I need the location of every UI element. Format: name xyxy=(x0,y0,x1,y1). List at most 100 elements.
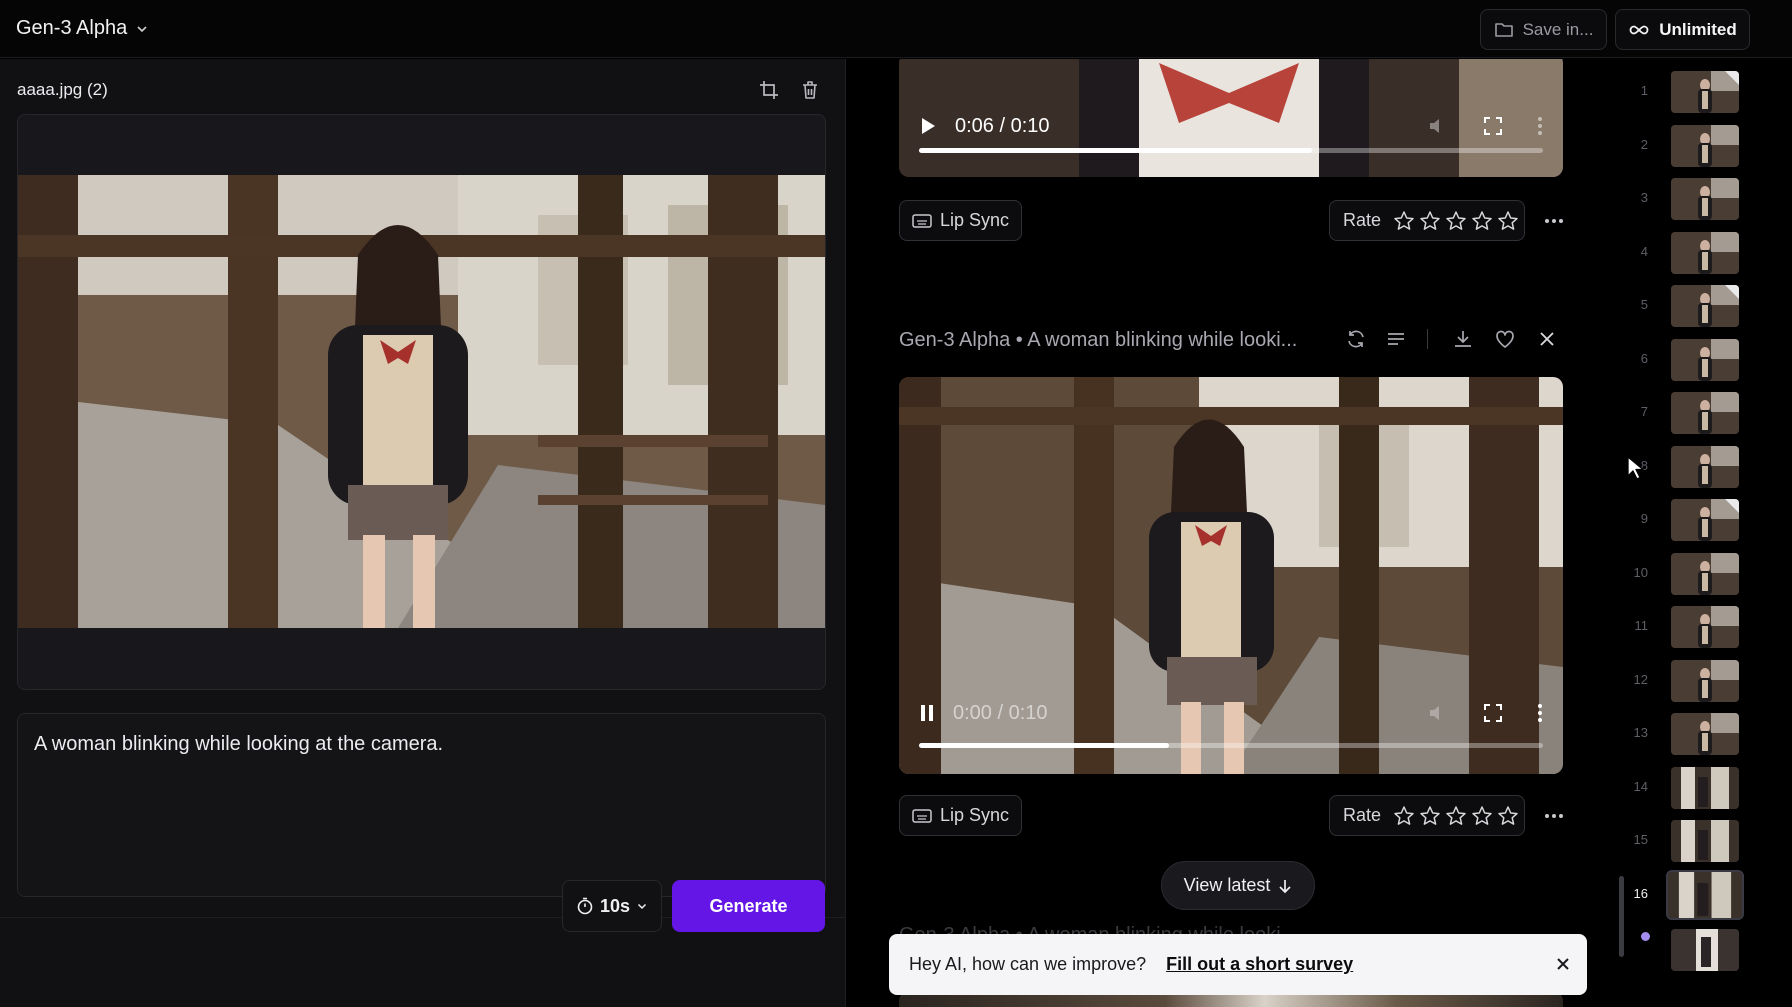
video-menu-icon[interactable] xyxy=(1537,703,1543,723)
rail-item-number: 14 xyxy=(1633,778,1648,794)
lip-sync-label: Lip Sync xyxy=(940,210,1010,230)
prompt-text: A woman blinking while looking at the ca… xyxy=(34,733,444,755)
rail-item-number: 13 xyxy=(1633,725,1648,740)
thumbnail-image xyxy=(1671,71,1739,113)
star-icon[interactable] xyxy=(1393,805,1415,827)
folded-corner-badge xyxy=(1725,499,1739,513)
lip-sync-button-1[interactable]: Lip Sync xyxy=(899,200,1022,241)
rail-item-8[interactable]: 8 xyxy=(1588,445,1748,492)
volume-icon[interactable] xyxy=(1427,116,1449,136)
rail-item-7[interactable]: 7 xyxy=(1588,392,1748,438)
star-icon[interactable] xyxy=(1445,210,1467,232)
model-selector[interactable]: Gen-3 Alpha xyxy=(16,17,149,40)
thumbnail-image xyxy=(1671,338,1739,381)
generation-header-2: Gen-3 Alpha • A woman blinking while loo… xyxy=(899,325,1579,355)
video-player-2[interactable]: 0:00 / 0:10 xyxy=(899,377,1563,774)
rail-item-6[interactable]: 6 xyxy=(1588,338,1748,385)
arrow-down-icon xyxy=(1279,879,1291,893)
rail-item-3[interactable]: 3 xyxy=(1588,178,1748,224)
input-image-frame[interactable] xyxy=(17,114,826,690)
save-in-button[interactable]: Save in... xyxy=(1480,9,1607,50)
pause-icon[interactable] xyxy=(919,703,935,723)
rail-item-number: 3 xyxy=(1640,190,1648,205)
star-icon[interactable] xyxy=(1419,210,1441,232)
rail-item-2[interactable]: 2 xyxy=(1588,124,1748,171)
thumbnail-image xyxy=(1671,124,1739,167)
rail-item-number: 4 xyxy=(1640,243,1648,259)
prompt-details-icon[interactable] xyxy=(1385,328,1407,350)
rail-item-11[interactable]: 11 xyxy=(1588,606,1748,652)
video-progress-fill-2 xyxy=(919,743,1169,748)
rail-item-number: 11 xyxy=(1634,618,1649,633)
thumbnail-image xyxy=(1671,499,1739,541)
thumbnail-image xyxy=(1671,820,1739,862)
rate-control-2: Rate xyxy=(1329,795,1525,836)
thumbnail-image xyxy=(1671,445,1739,488)
survey-link[interactable]: Fill out a short survey xyxy=(1166,954,1353,975)
lip-sync-icon xyxy=(912,808,932,823)
more-options-icon[interactable] xyxy=(1542,209,1566,233)
survey-banner: Hey AI, how can we improve? Fill out a s… xyxy=(889,934,1587,995)
star-icon[interactable] xyxy=(1445,805,1467,827)
trash-icon[interactable] xyxy=(799,79,821,101)
reuse-refresh-icon[interactable] xyxy=(1345,328,1367,350)
close-icon[interactable] xyxy=(1553,954,1573,974)
star-icon[interactable] xyxy=(1497,805,1519,827)
rating-stars-1 xyxy=(1393,210,1519,232)
rail-item-5[interactable]: 5 xyxy=(1588,285,1748,331)
duration-selector[interactable]: 10s xyxy=(562,880,662,932)
folded-corner-badge xyxy=(1725,285,1739,299)
view-latest-button[interactable]: View latest xyxy=(1161,861,1315,910)
rail-item-1[interactable]: 1 xyxy=(1588,71,1748,117)
unlimited-plan-button[interactable]: Unlimited xyxy=(1615,9,1750,50)
video-controls-1: 0:06 / 0:10 xyxy=(919,111,1543,141)
video-progress-1[interactable] xyxy=(919,148,1543,153)
rail-item-15[interactable]: 15 xyxy=(1588,820,1748,866)
rail-item-number: 6 xyxy=(1640,350,1648,366)
prompt-input[interactable]: A woman blinking while looking at the ca… xyxy=(17,713,826,897)
video-player-1[interactable]: 0:06 / 0:10 xyxy=(899,59,1563,177)
generation-actions-2 xyxy=(1345,328,1558,350)
rail-item-14[interactable]: 14 xyxy=(1588,766,1748,813)
thumbnail-image xyxy=(1671,552,1739,595)
rail-item-12[interactable]: 12 xyxy=(1588,659,1748,706)
generate-button[interactable]: Generate xyxy=(672,880,825,932)
video-menu-icon[interactable] xyxy=(1537,116,1543,136)
star-icon[interactable] xyxy=(1419,805,1441,827)
rail-item-4[interactable]: 4 xyxy=(1588,231,1748,278)
star-icon[interactable] xyxy=(1497,210,1519,232)
star-icon[interactable] xyxy=(1393,210,1415,232)
fullscreen-icon[interactable] xyxy=(1483,703,1503,723)
rail-item-10[interactable]: 10 xyxy=(1588,552,1748,599)
more-options-icon[interactable] xyxy=(1542,804,1566,828)
pending-thumbnail[interactable] xyxy=(1588,929,1748,975)
stopwatch-icon xyxy=(577,897,593,915)
download-icon[interactable] xyxy=(1452,328,1474,350)
video-progress-2[interactable] xyxy=(919,743,1543,748)
rail-item-number: 1 xyxy=(1640,83,1648,98)
lip-sync-icon xyxy=(912,213,932,228)
thumbnail-image xyxy=(1666,869,1744,920)
thumbnail-image xyxy=(1671,285,1739,327)
thumbnail-image xyxy=(1671,713,1739,755)
generation-title-2: Gen-3 Alpha • A woman blinking while loo… xyxy=(899,328,1298,351)
close-icon[interactable] xyxy=(1536,328,1558,350)
folder-icon xyxy=(1494,22,1513,37)
rail-item-9[interactable]: 9 xyxy=(1588,499,1748,545)
star-icon[interactable] xyxy=(1471,805,1493,827)
rail-item-number: 7 xyxy=(1640,404,1648,419)
crop-icon[interactable] xyxy=(758,79,780,101)
play-icon[interactable] xyxy=(919,116,937,136)
rail-item-13[interactable]: 13 xyxy=(1588,713,1748,759)
star-icon[interactable] xyxy=(1471,210,1493,232)
unlimited-label: Unlimited xyxy=(1659,19,1737,39)
lip-sync-button-2[interactable]: Lip Sync xyxy=(899,795,1022,836)
rail-item-16[interactable]: 16 xyxy=(1588,869,1748,920)
volume-icon[interactable] xyxy=(1427,703,1449,723)
rail-item-number: 12 xyxy=(1633,671,1648,687)
save-in-label: Save in... xyxy=(1522,19,1594,39)
fullscreen-icon[interactable] xyxy=(1483,116,1503,136)
model-name: Gen-3 Alpha xyxy=(16,17,128,39)
rail-item-number: 9 xyxy=(1640,511,1648,526)
heart-icon[interactable] xyxy=(1494,328,1516,350)
